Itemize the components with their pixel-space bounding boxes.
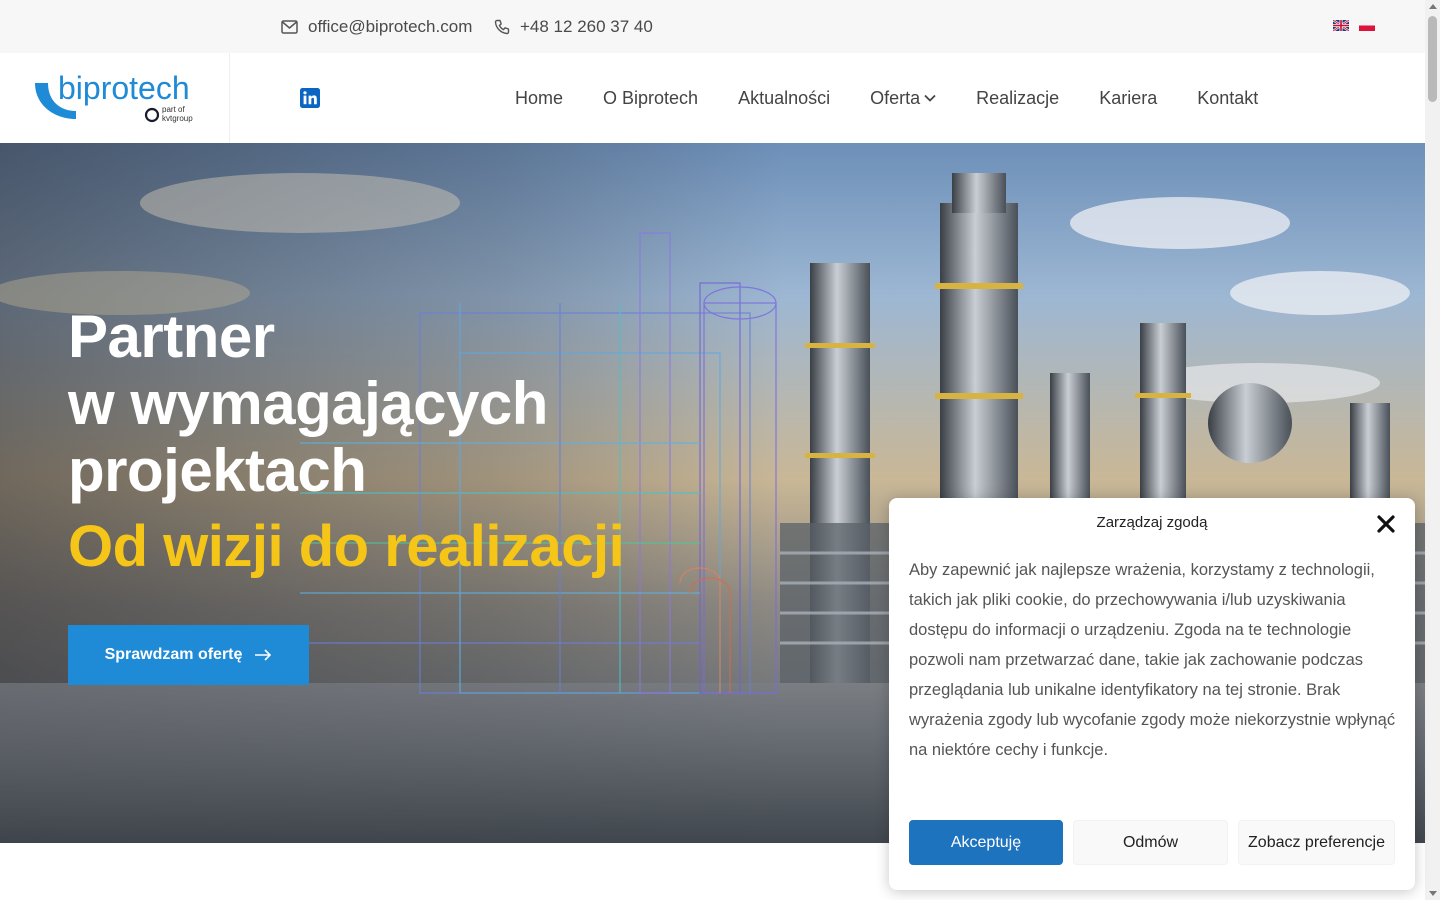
- nav-home[interactable]: Home: [515, 88, 563, 109]
- hero-title: Partner w wymagających projektach: [68, 303, 548, 504]
- cookie-description: Aby zapewnić jak najlepsze wrażenia, kor…: [909, 561, 1396, 759]
- phone-icon: [494, 19, 510, 34]
- mail-icon: [281, 19, 298, 34]
- language-switcher: [1333, 20, 1375, 31]
- hero-title-line-1: Partner: [68, 303, 275, 370]
- hero-subtitle: Od wizji do realizacji: [68, 514, 625, 579]
- biprotech-logo[interactable]: biprotech part of kvtgroup: [32, 70, 202, 127]
- scroll-down-arrow[interactable]: [1429, 891, 1437, 896]
- logo-wordmark: biprotech: [58, 71, 190, 106]
- phone-text: +48 12 260 37 40: [520, 16, 653, 36]
- view-preferences-button[interactable]: Zobacz preferencje: [1238, 820, 1395, 865]
- linkedin-icon: [300, 88, 320, 108]
- accept-button[interactable]: Akceptuję: [909, 820, 1063, 865]
- check-offer-button[interactable]: Sprawdzam ofertę: [68, 625, 309, 685]
- page-scrollbar[interactable]: [1425, 0, 1440, 900]
- site-header: biprotech part of kvtgroup Home O Biprot…: [0, 53, 1425, 143]
- close-icon[interactable]: [1377, 515, 1395, 533]
- hero-title-line-2: w wymagających: [68, 370, 548, 437]
- flag-uk-icon[interactable]: [1333, 20, 1349, 31]
- hero-title-line-3: projektach: [68, 437, 367, 504]
- nav-contact[interactable]: Kontakt: [1197, 88, 1258, 109]
- nav-offer[interactable]: Oferta: [870, 88, 936, 109]
- nav-news[interactable]: Aktualności: [738, 88, 830, 109]
- logo-tagline-kvtgroup: kvtgroup: [162, 114, 193, 123]
- nav-projects[interactable]: Realizacje: [976, 88, 1059, 109]
- cookie-consent-dialog: Zarządzaj zgodą Aby zapewnić jak najleps…: [889, 498, 1415, 890]
- flag-pl-icon[interactable]: [1359, 20, 1375, 31]
- nav-career[interactable]: Kariera: [1099, 88, 1157, 109]
- top-contact-bar: office@biprotech.com +48 12 260 37 40: [0, 0, 1425, 53]
- logo-tagline-part-of: part of: [162, 105, 185, 114]
- check-offer-label: Sprawdzam ofertę: [104, 646, 243, 663]
- deny-button[interactable]: Odmów: [1073, 820, 1228, 865]
- email-link[interactable]: office@biprotech.com: [281, 0, 472, 53]
- main-navigation: Home O Biprotech Aktualności Oferta Real…: [515, 53, 1258, 143]
- nav-offer-label: Oferta: [870, 87, 921, 108]
- scroll-thumb[interactable]: [1428, 16, 1437, 102]
- cookie-title: Zarządzaj zgodą: [1096, 514, 1208, 531]
- cookie-actions: Akceptuję Odmów Zobacz preferencje: [909, 820, 1395, 865]
- arrow-right-icon: [255, 649, 272, 661]
- scroll-up-arrow[interactable]: [1429, 4, 1437, 9]
- phone-link[interactable]: +48 12 260 37 40: [494, 0, 653, 53]
- chevron-down-icon: [924, 94, 936, 102]
- nav-about[interactable]: O Biprotech: [603, 88, 698, 109]
- header-divider: [229, 53, 230, 143]
- email-text: office@biprotech.com: [308, 16, 473, 36]
